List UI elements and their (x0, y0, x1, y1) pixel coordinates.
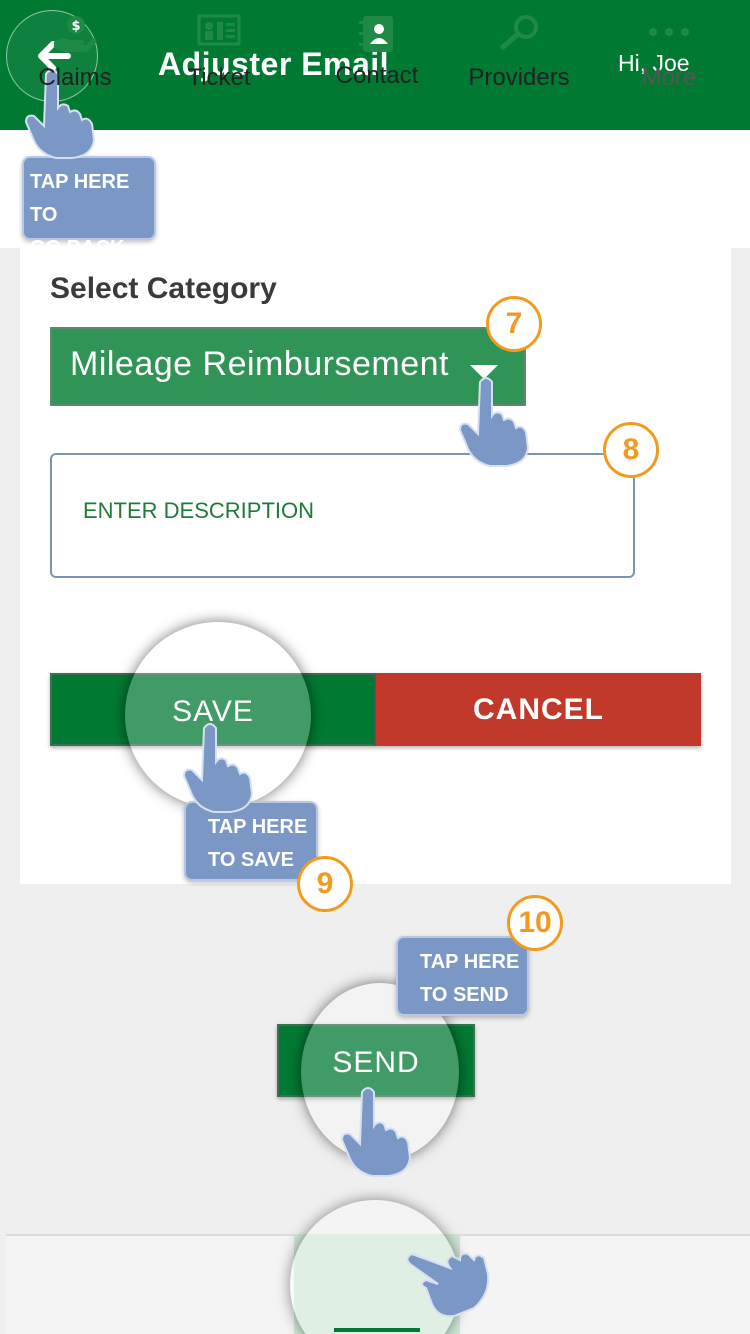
tab-claims-label: Claims (38, 64, 112, 91)
hand-pointer-icon (458, 377, 530, 467)
tab-ticket[interactable]: Ticket (144, 0, 294, 100)
tab-claims[interactable]: $ Claims (0, 0, 150, 100)
tab-more[interactable]: More (594, 0, 744, 100)
step-number-9: 9 (297, 856, 353, 912)
tab-contact-label: Contact (335, 62, 419, 89)
save-tooltip-line1: TAP HERE (208, 816, 308, 838)
contact-book-icon (359, 16, 393, 52)
step-number-8: 8 (603, 422, 659, 478)
step-number-7: 7 (486, 296, 542, 352)
hand-money-icon: $ (54, 16, 97, 52)
step-number-10: 10 (507, 895, 563, 951)
send-tooltip-line2: TO SEND (420, 984, 509, 1006)
send-tooltip-line1: TAP HERE (420, 951, 520, 973)
more-dots-icon (649, 28, 689, 36)
tab-more-label: More (641, 64, 697, 91)
back-tooltip-line2: GO BACK (30, 237, 125, 259)
category-selected-value: Mileage Reimbursement (70, 345, 449, 383)
description-placeholder: ENTER DESCRIPTION (83, 498, 315, 523)
cancel-button[interactable]: CANCEL (376, 673, 701, 746)
ticket-icon (197, 14, 241, 46)
tab-ticket-label: Ticket (187, 64, 251, 91)
save-tooltip-line2: TO SAVE (208, 849, 294, 871)
tab-providers[interactable]: Providers (444, 0, 594, 100)
category-label: Select Category (50, 272, 277, 305)
hand-pointer-icon (182, 723, 254, 813)
tab-contact[interactable]: Contact (294, 0, 460, 100)
back-tooltip-line1: TAP HERE TO (30, 171, 130, 226)
active-tab-indicator (334, 1328, 420, 1332)
category-dropdown[interactable]: Mileage Reimbursement (50, 327, 526, 406)
search-icon (500, 15, 538, 50)
send-tooltip: TAP HERE TO SEND (396, 936, 529, 1016)
tab-providers-label: Providers (468, 64, 570, 91)
svg-text:$: $ (71, 19, 80, 34)
description-field[interactable]: ENTER DESCRIPTION (50, 453, 635, 578)
cancel-button-label: CANCEL (473, 693, 604, 726)
back-tooltip: TAP HERE TO GO BACK (22, 156, 156, 259)
hand-pointer-icon (340, 1087, 412, 1177)
hand-pointer-icon (406, 1252, 490, 1318)
